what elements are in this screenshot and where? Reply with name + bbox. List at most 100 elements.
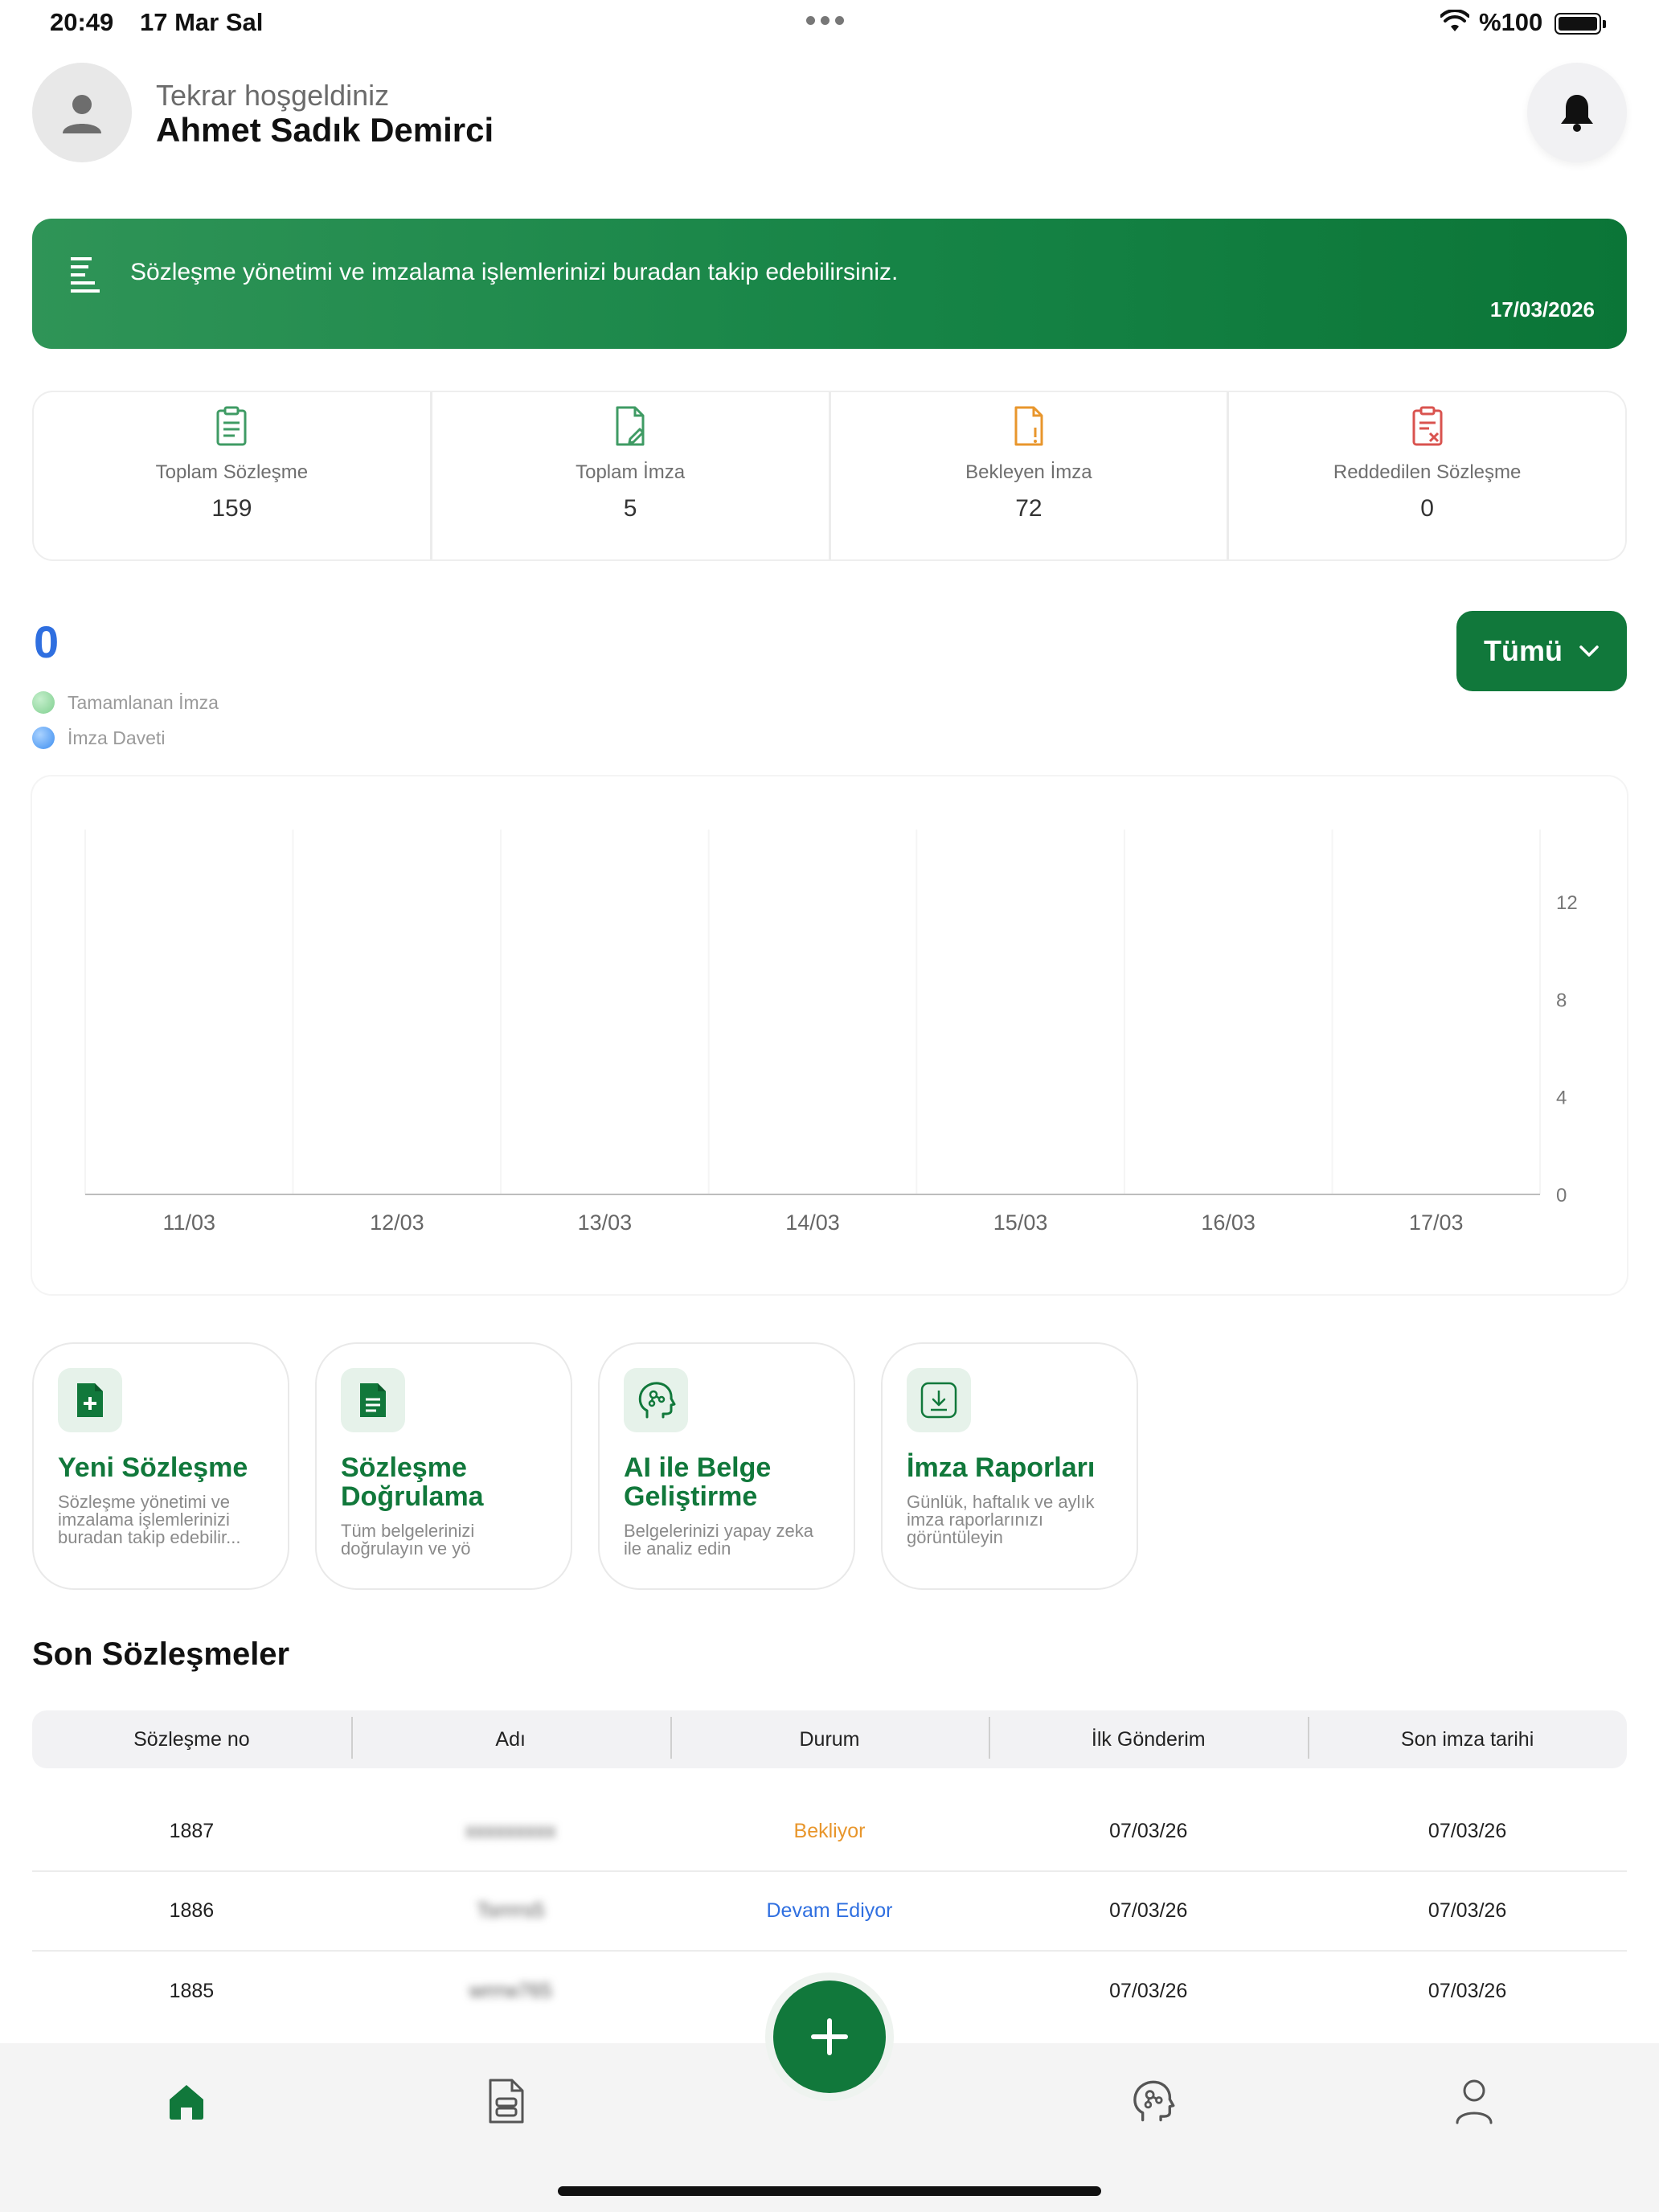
x-tick-label: 15/03 — [993, 1210, 1048, 1235]
ai-brain-icon — [624, 1368, 688, 1432]
last-sign-date: 07/03/26 — [1428, 1820, 1507, 1842]
column-header[interactable]: Sözleşme no — [32, 1728, 351, 1751]
document-sign-icon — [612, 405, 648, 451]
status-date: 17 Mar Sal — [140, 8, 264, 36]
tab-documents[interactable] — [482, 2077, 530, 2125]
battery-percent: %100 — [1479, 8, 1543, 36]
documents-icon — [489, 2079, 524, 2124]
period-filter-dropdown[interactable]: Tümü — [1456, 611, 1627, 691]
x-tick-label: 13/03 — [578, 1210, 633, 1235]
file-text-icon — [341, 1368, 405, 1432]
action-desc: Günlük, haftalık ve aylık imza raporları… — [907, 1492, 1095, 1547]
y-tick-label: 0 — [1556, 1185, 1567, 1206]
stat-value: 159 — [211, 495, 252, 522]
stat-label: Reddedilen Sözleşme — [1333, 461, 1522, 483]
x-tick-label: 11/03 — [163, 1210, 216, 1235]
recent-contracts-title: Son Sözleşmeler — [32, 1636, 290, 1672]
last-sign-date: 07/03/26 — [1428, 1980, 1507, 2002]
add-contract-button[interactable] — [773, 1981, 886, 2093]
legend-dot-blue — [32, 727, 55, 749]
contract-status: Bekliyor — [793, 1820, 866, 1842]
table-header: Sözleşme no Adı Durum İlk Gönderim Son i… — [32, 1710, 1627, 1768]
stat-rejected-contracts[interactable]: Reddedilen Sözleşme 0 — [1229, 392, 1625, 559]
profile-icon — [1456, 2079, 1493, 2124]
chart-legend: Tamamlanan İmza İmza Daveti — [32, 685, 219, 756]
y-tick-label: 4 — [1556, 1088, 1567, 1109]
clipboard-icon — [214, 405, 249, 451]
contract-status: Devam Ediyor — [766, 1899, 893, 1922]
plus-icon — [811, 2018, 848, 2055]
stat-label: Toplam İmza — [576, 461, 686, 483]
legend-label: Tamamlanan İmza — [68, 691, 219, 713]
avatar[interactable] — [32, 63, 132, 162]
action-title: Yeni Sözleşme — [58, 1452, 248, 1483]
tab-home[interactable] — [162, 2077, 211, 2125]
stat-value: 0 — [1420, 495, 1434, 522]
column-header[interactable]: Adı — [350, 1716, 670, 1759]
download-report-icon — [907, 1368, 971, 1432]
file-plus-icon — [58, 1368, 122, 1432]
signature-reports-card[interactable]: İmza Raporları Günlük, haftalık ve aylık… — [881, 1342, 1138, 1590]
action-title: Sözleşme Doğrulama — [341, 1452, 484, 1512]
first-sent-date: 07/03/26 — [1109, 1899, 1188, 1922]
column-header[interactable]: Durum — [670, 1716, 989, 1759]
chart-card: 0 4 8 12 11/03 12/03 13/03 14/03 15/03 16/03 17/03 — [32, 776, 1627, 1294]
contract-verification-card[interactable]: Sözleşme Doğrulama Tüm belgelerinizi doğ… — [315, 1342, 572, 1590]
status-time: 20:49 — [50, 8, 114, 36]
legend-label: İmza Daveti — [68, 727, 166, 748]
stat-total-contracts[interactable]: Toplam Sözleşme 159 — [34, 392, 432, 559]
chevron-down-icon — [1579, 645, 1599, 657]
contract-name: wrrrw765 — [469, 1980, 552, 2002]
table-row[interactable]: 1887 xxxxxxxxx Bekliyor 07/03/26 07/03/2… — [32, 1792, 1627, 1872]
multitasking-dots-icon[interactable] — [806, 14, 850, 29]
banner-text: Sözleşme yönetimi ve imzalama işlemlerin… — [130, 259, 899, 285]
legend-item-completed: Tamamlanan İmza — [32, 685, 219, 720]
column-header[interactable]: Son imza tarihi — [1308, 1716, 1627, 1759]
last-sign-date: 07/03/26 — [1428, 1899, 1507, 1922]
table-row[interactable]: 1886 Tsrrrrs5 Devam Ediyor 07/03/26 07/0… — [32, 1872, 1627, 1952]
action-title: İmza Raporları — [907, 1452, 1096, 1483]
bell-icon — [1561, 95, 1593, 132]
stat-value: 5 — [623, 495, 637, 522]
clipboard-x-icon — [1410, 405, 1445, 451]
notifications-button[interactable] — [1527, 63, 1627, 162]
user-icon — [63, 95, 101, 133]
header: Tekrar hoşgeldiniz Ahmet Sadık Demirci — [32, 63, 1627, 167]
user-name: Ahmet Sadık Demirci — [156, 111, 494, 149]
stat-total-signatures[interactable]: Toplam İmza 5 — [432, 392, 831, 559]
home-indicator — [558, 2186, 1101, 2196]
tab-profile[interactable] — [1450, 2077, 1498, 2125]
summary-count: 0 — [34, 616, 59, 667]
first-sent-date: 07/03/26 — [1109, 1980, 1188, 2002]
ai-document-card[interactable]: AI ile Belge Geliştirme Belgelerinizi ya… — [598, 1342, 855, 1590]
info-banner: Sözleşme yönetimi ve imzalama işlemlerin… — [32, 219, 1627, 349]
battery-icon — [1555, 13, 1606, 35]
contract-no: 1887 — [169, 1820, 215, 1842]
x-tick-label: 12/03 — [370, 1210, 424, 1235]
x-tick-label: 14/03 — [785, 1210, 840, 1235]
tab-ai[interactable] — [1129, 2077, 1177, 2125]
welcome-text: Tekrar hoşgeldiniz — [156, 79, 390, 112]
ai-brain-icon — [1133, 2080, 1175, 2122]
contract-no: 1885 — [169, 1980, 215, 2002]
quick-actions: Yeni Sözleşme Sözleşme yönetimi ve imzal… — [32, 1342, 1138, 1590]
action-desc: Tüm belgelerinizi doğrulayın ve yö — [341, 1521, 475, 1559]
banner-date: 17/03/2026 — [1489, 297, 1595, 322]
legend-dot-green — [32, 691, 55, 714]
status-bar: 20:49 17 Mar Sal %100 — [0, 0, 1659, 47]
contract-name: Tsrrrrs5 — [476, 1899, 545, 1922]
stat-label: Bekleyen İmza — [965, 461, 1092, 483]
x-tick-label: 16/03 — [1201, 1210, 1256, 1235]
y-tick-label: 8 — [1556, 989, 1567, 1011]
contract-no: 1886 — [169, 1899, 215, 1922]
contract-name: xxxxxxxxx — [465, 1820, 556, 1842]
stats-panel: Toplam Sözleşme 159 Toplam İmza 5 Bekley… — [32, 391, 1627, 561]
stat-pending-signatures[interactable]: Bekleyen İmza 72 — [831, 392, 1230, 559]
filter-label: Tümü — [1484, 634, 1563, 667]
stat-value: 72 — [1015, 495, 1043, 522]
document-pending-icon — [1011, 405, 1047, 451]
x-tick-label: 17/03 — [1409, 1210, 1464, 1235]
column-header[interactable]: İlk Gönderim — [989, 1716, 1308, 1759]
signature-chart: 0 4 8 12 11/03 12/03 13/03 14/03 15/03 16/03 17/03 — [84, 830, 1578, 1235]
new-contract-card[interactable]: Yeni Sözleşme Sözleşme yönetimi ve imzal… — [32, 1342, 289, 1590]
